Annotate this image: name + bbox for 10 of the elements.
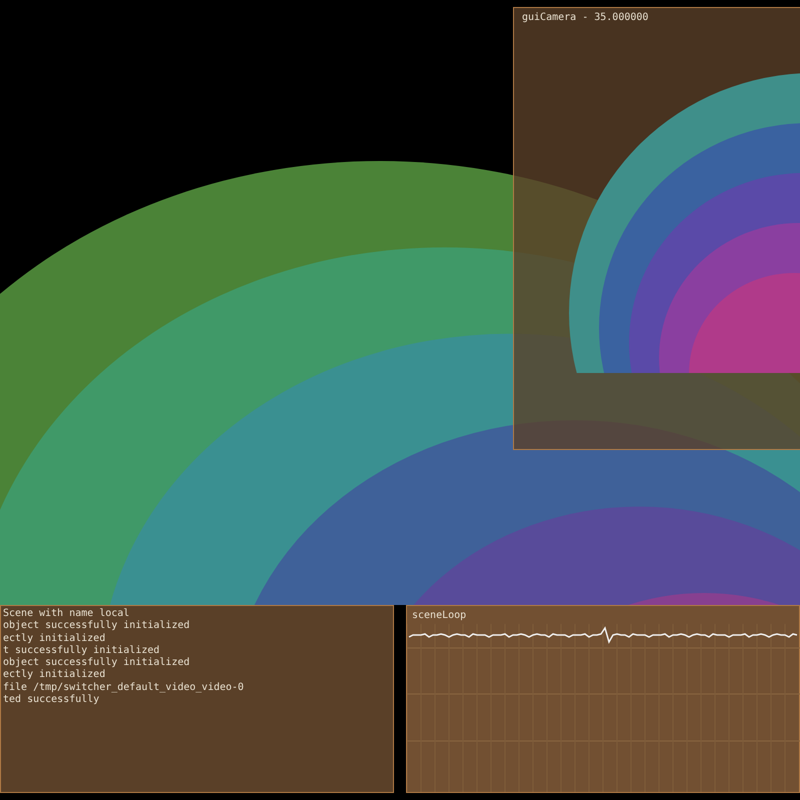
console-line: object successfully initialized xyxy=(2,657,191,669)
console-line: file /tmp/switcher_default_video_video-0 xyxy=(2,682,245,694)
console-line: ectly initialized xyxy=(2,632,106,645)
graph-title: sceneLoop xyxy=(412,608,466,623)
console-line: Scene with name local xyxy=(2,608,130,620)
console-line: ted successfully xyxy=(2,694,100,706)
console-line: object successfully initialized xyxy=(2,620,191,633)
console-line: ectly initialized xyxy=(2,669,106,682)
camera-title: guiCamera - 35.000000 xyxy=(522,11,648,25)
console-line: t successfully initialized xyxy=(2,644,161,657)
